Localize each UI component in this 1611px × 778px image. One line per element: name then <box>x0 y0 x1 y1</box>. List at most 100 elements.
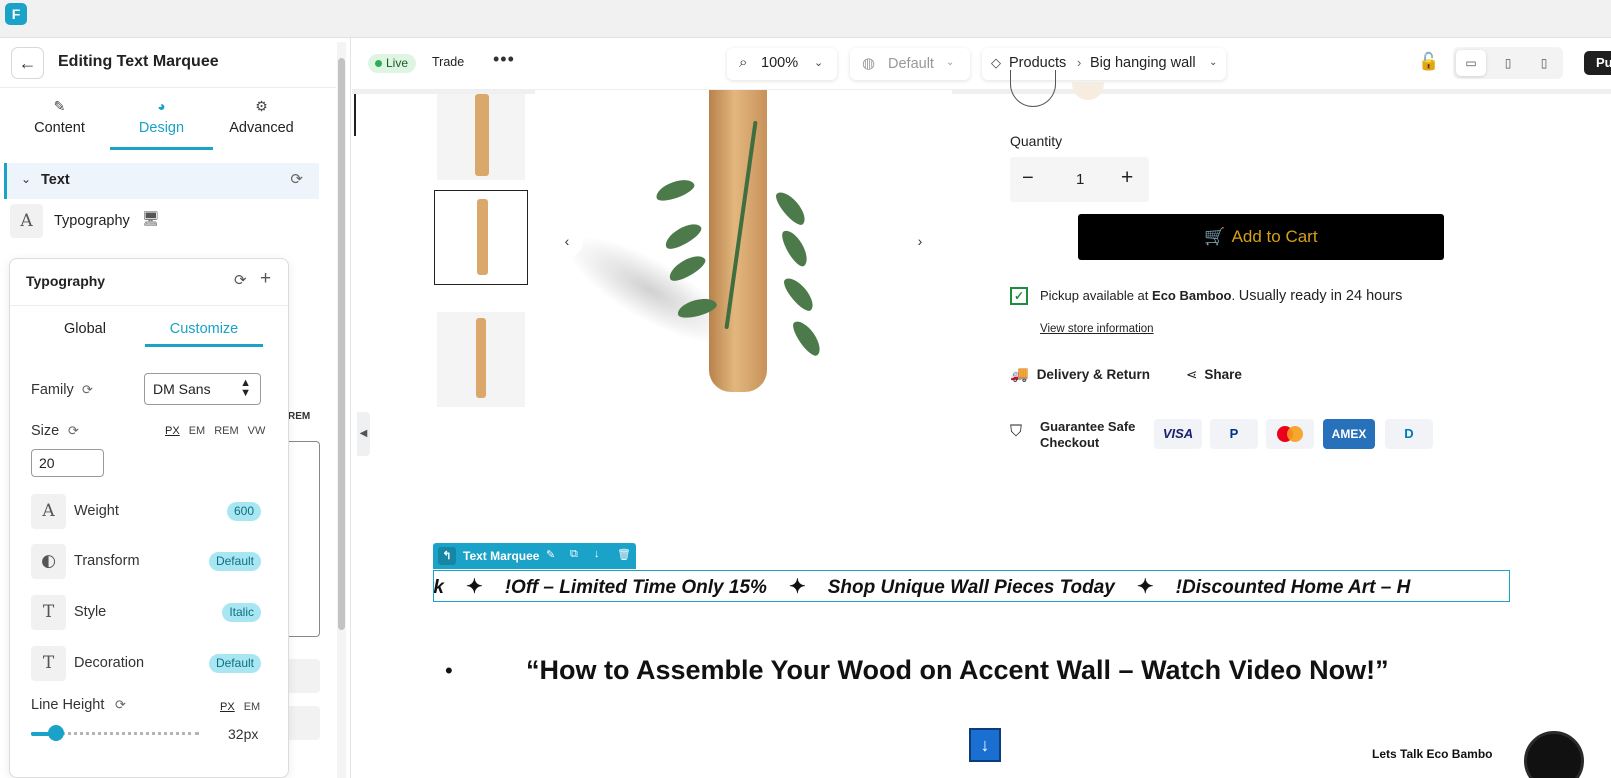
move-down-icon[interactable]: ↓ <box>594 548 600 560</box>
decoration-row[interactable]: T Decoration Default <box>31 646 261 682</box>
unit-em[interactable]: EM <box>189 425 206 437</box>
text-cursor <box>354 94 356 136</box>
editor-canvas: Live Trade ••• ⌕ 100% ⌄ ◍ Default ⌄ ◇ Pr… <box>352 38 1611 778</box>
marquee-track: rk ✦ !Off – Limited Time Only 15% ✦ Shop Uni… <box>434 574 1410 599</box>
device-switcher: ▭ ▯ ▯ <box>1453 47 1563 79</box>
line-height-label: Line Height <box>31 697 105 713</box>
duplicate-icon[interactable]: ⧉ <box>570 548 578 561</box>
popup-header: Typography ⟳ + <box>10 259 288 306</box>
weight-row[interactable]: A Weight 600 <box>31 494 261 530</box>
palette-icon: ◕ <box>157 98 166 114</box>
check-icon: ✓ <box>1010 287 1028 305</box>
tab-label: Advanced <box>229 120 294 136</box>
product-thumbnail[interactable] <box>437 94 525 180</box>
variant-swatch[interactable] <box>1072 82 1104 100</box>
store-information-link[interactable]: View store information <box>1040 323 1154 335</box>
panel-title: Editing Text Marquee <box>58 53 219 70</box>
decrease-quantity-button[interactable]: − <box>1022 167 1034 190</box>
line-height-slider-handle[interactable] <box>48 725 64 741</box>
arrow-down-icon: ↓ <box>980 735 990 755</box>
unit-px[interactable]: PX <box>220 701 235 713</box>
increase-quantity-button[interactable]: + <box>1121 166 1133 190</box>
back-button[interactable]: ← <box>11 47 44 79</box>
section-title: Text <box>41 172 70 188</box>
tab-customize[interactable]: Customize <box>145 315 263 347</box>
breadcrumb-item[interactable]: Products <box>1009 55 1066 71</box>
zoom-control[interactable]: ⌕ 100% ⌄ <box>727 48 837 80</box>
reset-icon[interactable]: ⟳ <box>68 423 79 439</box>
reset-icon[interactable]: ⟳ <box>290 170 303 188</box>
font-family-select[interactable]: DM Sans ▲ ▼ <box>144 373 261 405</box>
unit-rem-label[interactable]: REM <box>288 411 310 422</box>
text-marquee[interactable]: rk ✦ !Off – Limited Time Only 15% ✦ Shop Uni… <box>433 570 1510 602</box>
tab-content[interactable]: ✎ Content <box>8 90 111 150</box>
quantity-value[interactable]: 1 <box>1076 171 1084 188</box>
reset-icon[interactable]: ⟳ <box>82 382 93 398</box>
hidden-control <box>284 659 320 693</box>
visa-icon: VISA <box>1154 419 1202 449</box>
marquee-item: Shop Unique Wall Pieces Today <box>827 577 1115 598</box>
delete-icon[interactable]: 🗑 <box>617 548 631 561</box>
line-height-units: PX EM <box>220 701 269 713</box>
more-icon[interactable]: ••• <box>493 49 515 70</box>
live-dot-icon <box>375 60 382 67</box>
tab-global[interactable]: Global <box>26 315 144 347</box>
reset-icon[interactable]: ⟳ <box>234 271 247 289</box>
desktop-view-button[interactable]: ▭ <box>1456 50 1486 76</box>
share-button[interactable]: ⋖ Share <box>1186 367 1242 383</box>
chevron-down-icon: ⌄ <box>814 57 824 69</box>
sparkle-icon: ✦ <box>1136 576 1154 598</box>
prev-image-button[interactable]: ‹ <box>551 225 583 257</box>
panel-header: ← Editing Text Marquee <box>0 38 336 88</box>
popup-title: Typography <box>26 273 106 289</box>
next-image-button[interactable]: › <box>904 225 936 257</box>
unit-rem[interactable]: REM <box>214 425 238 437</box>
edit-icon[interactable]: ✎ <box>546 548 555 561</box>
toggle-icon: ◐ <box>31 544 66 579</box>
arrow-left-icon: ← <box>18 53 37 73</box>
app-logo-icon[interactable]: F <box>5 3 27 25</box>
text-decoration-icon: T <box>31 646 66 681</box>
unlock-icon[interactable]: 🔓 <box>1418 52 1439 72</box>
typography-row[interactable]: A Typography 🖥 <box>10 204 310 240</box>
add-to-cart-button[interactable]: 🛒 Add to Cart <box>1078 214 1444 260</box>
tab-design[interactable]: ◕ Design <box>110 90 213 150</box>
select-arrows-icon: ▲ ▼ <box>240 377 251 399</box>
product-thumbnail[interactable] <box>437 312 525 407</box>
transform-badge: Default <box>208 552 261 571</box>
publish-button[interactable]: Pub <box>1584 51 1611 75</box>
unit-em[interactable]: EM <box>244 701 261 713</box>
scrollbar-thumb[interactable] <box>338 58 345 630</box>
unit-vw[interactable]: VW <box>248 425 266 437</box>
chat-button[interactable] <box>1524 731 1584 778</box>
delivery-return-link[interactable]: 🚚 Delivery & Return <box>1010 365 1150 389</box>
leaf <box>661 219 705 253</box>
desktop-icon[interactable]: 🖥 <box>142 210 160 227</box>
variant-swatch-selected[interactable] <box>1010 70 1056 107</box>
mastercard-yellow-circle <box>1287 426 1303 442</box>
style-row[interactable]: T Style Italic <box>31 595 261 631</box>
transform-row[interactable]: ◐ Transform Default <box>31 544 261 580</box>
product-thumbnail-selected[interactable] <box>434 190 528 285</box>
cart-icon: 🛒 <box>1204 227 1226 246</box>
breadcrumb-item[interactable]: Big hanging wall <box>1090 55 1196 71</box>
select-parent-icon[interactable]: ↰ <box>438 547 456 565</box>
scroll-down-button[interactable]: ↓ <box>969 728 1001 762</box>
unit-px[interactable]: PX <box>165 425 180 437</box>
font-size-input[interactable]: 20 <box>31 449 104 477</box>
tab-advanced[interactable]: ⚙ Advanced <box>210 90 313 150</box>
mobile-view-button[interactable]: ▯ <box>1529 50 1559 76</box>
chevron-down-icon: ⌄ <box>946 57 955 68</box>
leaf <box>780 273 818 315</box>
typography-icon: A <box>10 204 43 238</box>
language-select[interactable]: ◍ Default ⌄ <box>850 48 970 80</box>
panel-scrollbar[interactable] <box>337 42 346 778</box>
marquee-item: !Off – Limited Time Only 15% <box>504 577 767 598</box>
section-text[interactable]: ⌄ Text ⟳ <box>4 163 319 199</box>
tablet-view-button[interactable]: ▯ <box>1493 50 1523 76</box>
leaf <box>772 187 810 229</box>
plus-icon[interactable]: + <box>260 268 271 290</box>
reset-icon[interactable]: ⟳ <box>115 697 126 713</box>
store-name[interactable]: Trade <box>432 55 464 69</box>
collapse-panel-handle[interactable]: ◀ <box>357 412 370 456</box>
